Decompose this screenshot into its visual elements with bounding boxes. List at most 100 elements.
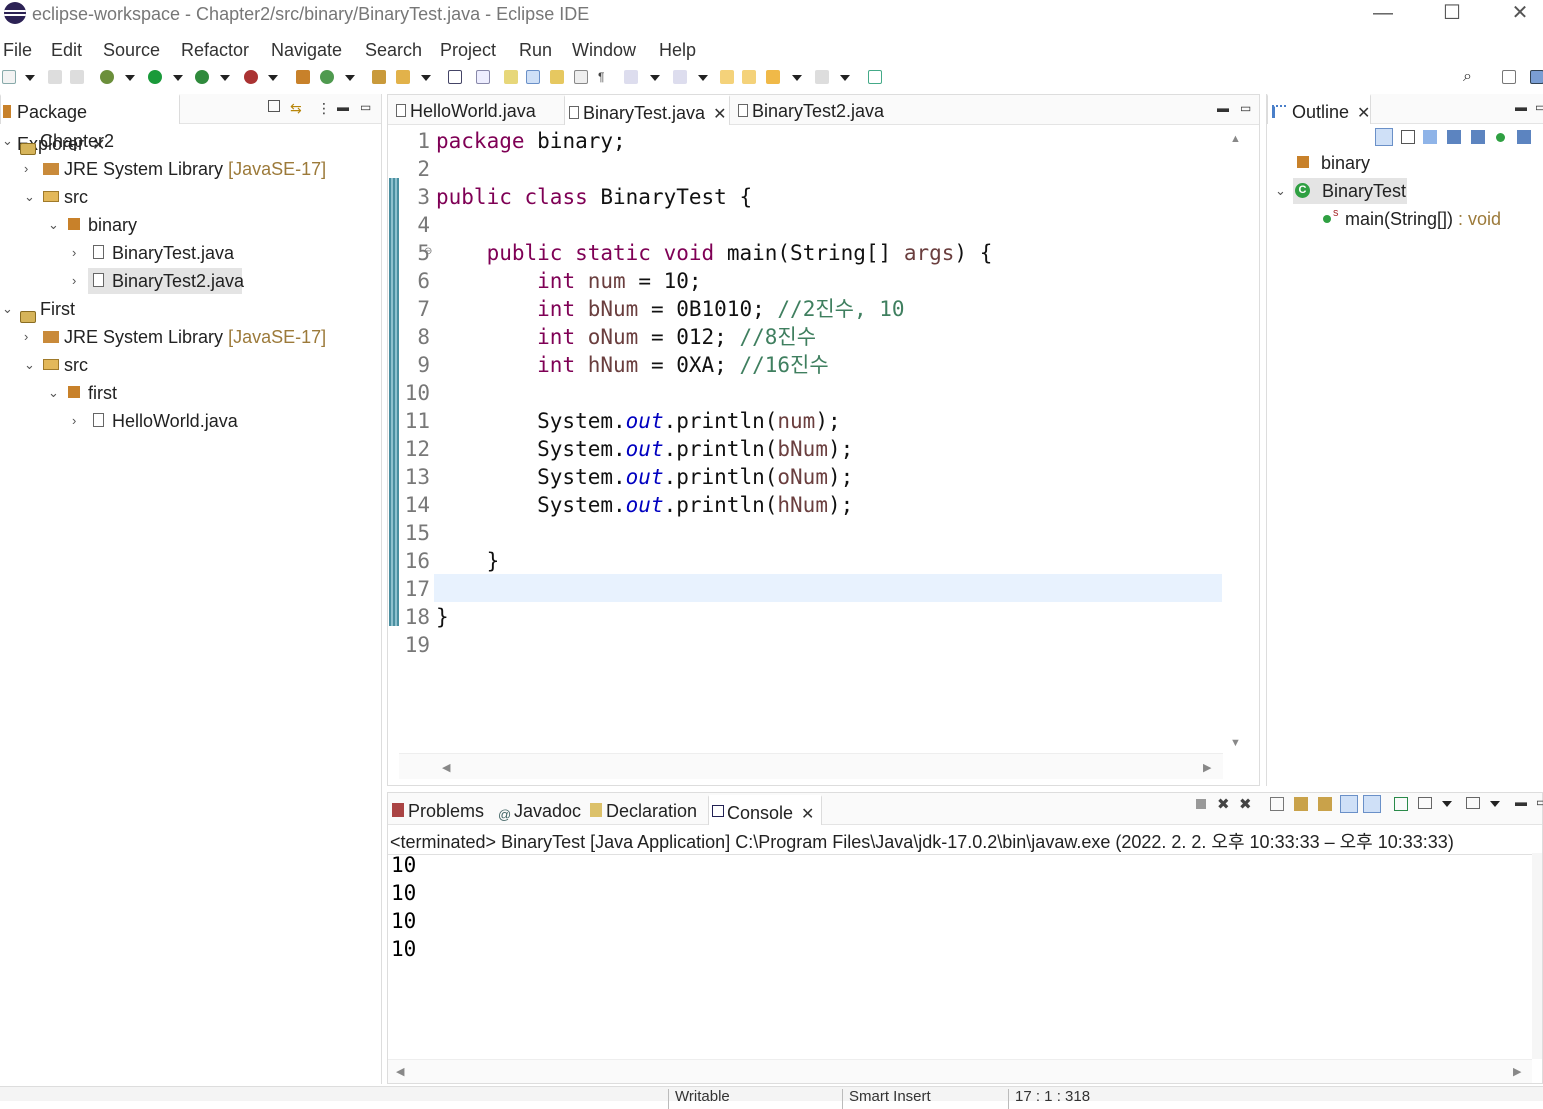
chevron-down-icon[interactable]: ⌄	[2, 128, 13, 154]
open-console-icon[interactable]	[1466, 797, 1480, 809]
word-wrap-icon[interactable]	[574, 70, 588, 84]
minimize-view-icon[interactable]: ▬	[1217, 101, 1229, 115]
chevron-down-icon[interactable]: ⌄	[2, 296, 13, 322]
open-console-icon[interactable]	[448, 70, 462, 84]
minimize-view-icon[interactable]: ▬	[337, 100, 349, 114]
menu-refactor[interactable]: Refactor	[181, 40, 249, 61]
new-java-class-icon[interactable]	[320, 70, 334, 84]
outline-item-class[interactable]: ⌄ C BinaryTest	[1275, 178, 1407, 204]
menu-run[interactable]: Run	[519, 40, 552, 61]
minimize-button[interactable]: —	[1360, 0, 1406, 28]
open-console-dropdown-icon[interactable]	[1490, 801, 1500, 807]
chevron-right-icon[interactable]: ›	[72, 268, 76, 294]
tab-binarytest-java[interactable]: BinaryTest.java ✕	[564, 95, 730, 125]
toggle-highlight-icon[interactable]	[526, 70, 540, 84]
close-tab-icon[interactable]: ✕	[801, 806, 814, 823]
menu-navigate[interactable]: Navigate	[271, 40, 342, 61]
pin-editor-icon[interactable]	[868, 70, 882, 84]
scroll-down-icon[interactable]: ▼	[1230, 737, 1241, 749]
scroll-lock-icon[interactable]	[1294, 797, 1308, 811]
maximize-view-icon[interactable]: ▭	[1535, 100, 1543, 114]
save-icon[interactable]	[48, 70, 62, 84]
close-button[interactable]: ✕	[1497, 0, 1543, 28]
display-console-icon[interactable]	[1418, 797, 1432, 809]
maximize-view-icon[interactable]: ▭	[360, 100, 371, 114]
previous-annotation-dropdown-icon[interactable]	[698, 75, 708, 81]
code-editor[interactable]: 1 2 3 4 5 6 7 8 9 10 11 12 13 14 15 16 1…	[388, 125, 1259, 785]
back-icon[interactable]	[742, 70, 756, 84]
java-perspective-icon[interactable]	[1530, 70, 1543, 84]
run-icon[interactable]	[148, 70, 162, 84]
new-class-dropdown-icon[interactable]	[345, 75, 355, 81]
hide-non-public-icon[interactable]	[1496, 133, 1505, 142]
tab-helloworld-java[interactable]: HelloWorld.java	[392, 95, 562, 125]
horizontal-scrollbar[interactable]	[399, 753, 1223, 779]
search-toolbar-icon[interactable]	[396, 70, 410, 84]
debug-icon[interactable]	[100, 70, 114, 84]
back-nav-icon[interactable]	[766, 70, 780, 84]
external-tools-dropdown-icon[interactable]	[268, 75, 278, 81]
tab-javadoc[interactable]: @ Javadoc	[496, 795, 582, 825]
menu-search[interactable]: Search	[365, 40, 422, 61]
terminate-icon[interactable]	[1196, 799, 1206, 809]
toggle-mark-occurrences-icon[interactable]	[476, 70, 490, 84]
hide-fields-icon[interactable]	[1447, 130, 1461, 144]
close-tab-icon[interactable]: ✕	[1357, 105, 1370, 122]
new-icon[interactable]	[2, 70, 16, 84]
new-java-package-icon[interactable]	[296, 70, 310, 84]
debug-dropdown-icon[interactable]	[125, 75, 135, 81]
menu-project[interactable]: Project	[440, 40, 496, 61]
scroll-right-icon[interactable]: ▶	[1513, 1065, 1521, 1078]
show-on-error-icon[interactable]	[1363, 795, 1381, 813]
scroll-left-icon[interactable]: ◀	[442, 761, 450, 774]
save-all-icon[interactable]	[70, 70, 84, 84]
toggle-breadcrumb-icon[interactable]	[504, 70, 518, 84]
chevron-right-icon[interactable]: ›	[72, 240, 76, 266]
maximize-view-icon[interactable]: ▭	[1240, 101, 1251, 115]
block-selection-icon[interactable]	[550, 70, 564, 84]
tab-package-explorer[interactable]: Package Explorer ✕	[0, 94, 180, 154]
tab-declaration[interactable]: Declaration	[588, 795, 704, 825]
word-wrap-icon[interactable]	[1318, 797, 1332, 811]
scroll-up-icon[interactable]: ▲	[1230, 133, 1241, 145]
chevron-right-icon[interactable]: ›	[72, 408, 76, 434]
external-tools-icon[interactable]	[244, 70, 258, 84]
collapse-all-icon[interactable]	[268, 100, 280, 112]
forward-icon[interactable]	[815, 70, 829, 84]
menu-window[interactable]: Window	[572, 40, 636, 61]
collapse-all-icon[interactable]	[1401, 130, 1415, 144]
sort-icon[interactable]	[1375, 128, 1393, 146]
maximize-button[interactable]: ☐	[1429, 0, 1475, 28]
chevron-down-icon[interactable]: ⌄	[24, 352, 35, 378]
run-dropdown-icon[interactable]	[173, 75, 183, 81]
tab-problems[interactable]: Problems	[390, 795, 492, 825]
chevron-down-icon[interactable]: ⌄	[48, 212, 59, 238]
sort-members-icon[interactable]	[1423, 130, 1437, 144]
next-annotation-dropdown-icon[interactable]	[650, 75, 660, 81]
maximize-view-icon[interactable]: ▭	[1536, 795, 1543, 809]
previous-annotation-icon[interactable]	[673, 70, 687, 84]
display-console-dropdown-icon[interactable]	[1442, 801, 1452, 807]
coverage-icon[interactable]	[195, 70, 209, 84]
menu-file[interactable]: File	[3, 40, 32, 61]
menu-source[interactable]: Source	[103, 40, 160, 61]
forward-dropdown-icon[interactable]	[840, 75, 850, 81]
menu-edit[interactable]: Edit	[51, 40, 82, 61]
new-dropdown-icon[interactable]	[25, 75, 35, 81]
vertical-scrollbar[interactable]	[1532, 853, 1542, 1059]
show-whitespace-icon[interactable]: ¶	[598, 70, 612, 84]
scroll-left-icon[interactable]: ◀	[396, 1065, 404, 1078]
menu-help[interactable]: Help	[659, 40, 696, 61]
tab-console[interactable]: Console ✕	[708, 795, 822, 825]
open-perspective-icon[interactable]	[1502, 70, 1516, 84]
open-type-icon[interactable]	[372, 70, 386, 84]
view-menu-icon[interactable]: ⋮	[317, 100, 331, 117]
chevron-down-icon[interactable]: ⌄	[1275, 178, 1286, 204]
chevron-right-icon[interactable]: ›	[24, 156, 28, 182]
hide-static-icon[interactable]	[1471, 130, 1485, 144]
minimize-view-icon[interactable]: ▬	[1515, 100, 1527, 114]
back-dropdown-icon[interactable]	[792, 75, 802, 81]
remove-all-launches-icon[interactable]: ✖	[1239, 795, 1252, 813]
scroll-right-icon[interactable]: ▶	[1203, 761, 1211, 774]
close-tab-icon[interactable]: ✕	[713, 106, 726, 123]
